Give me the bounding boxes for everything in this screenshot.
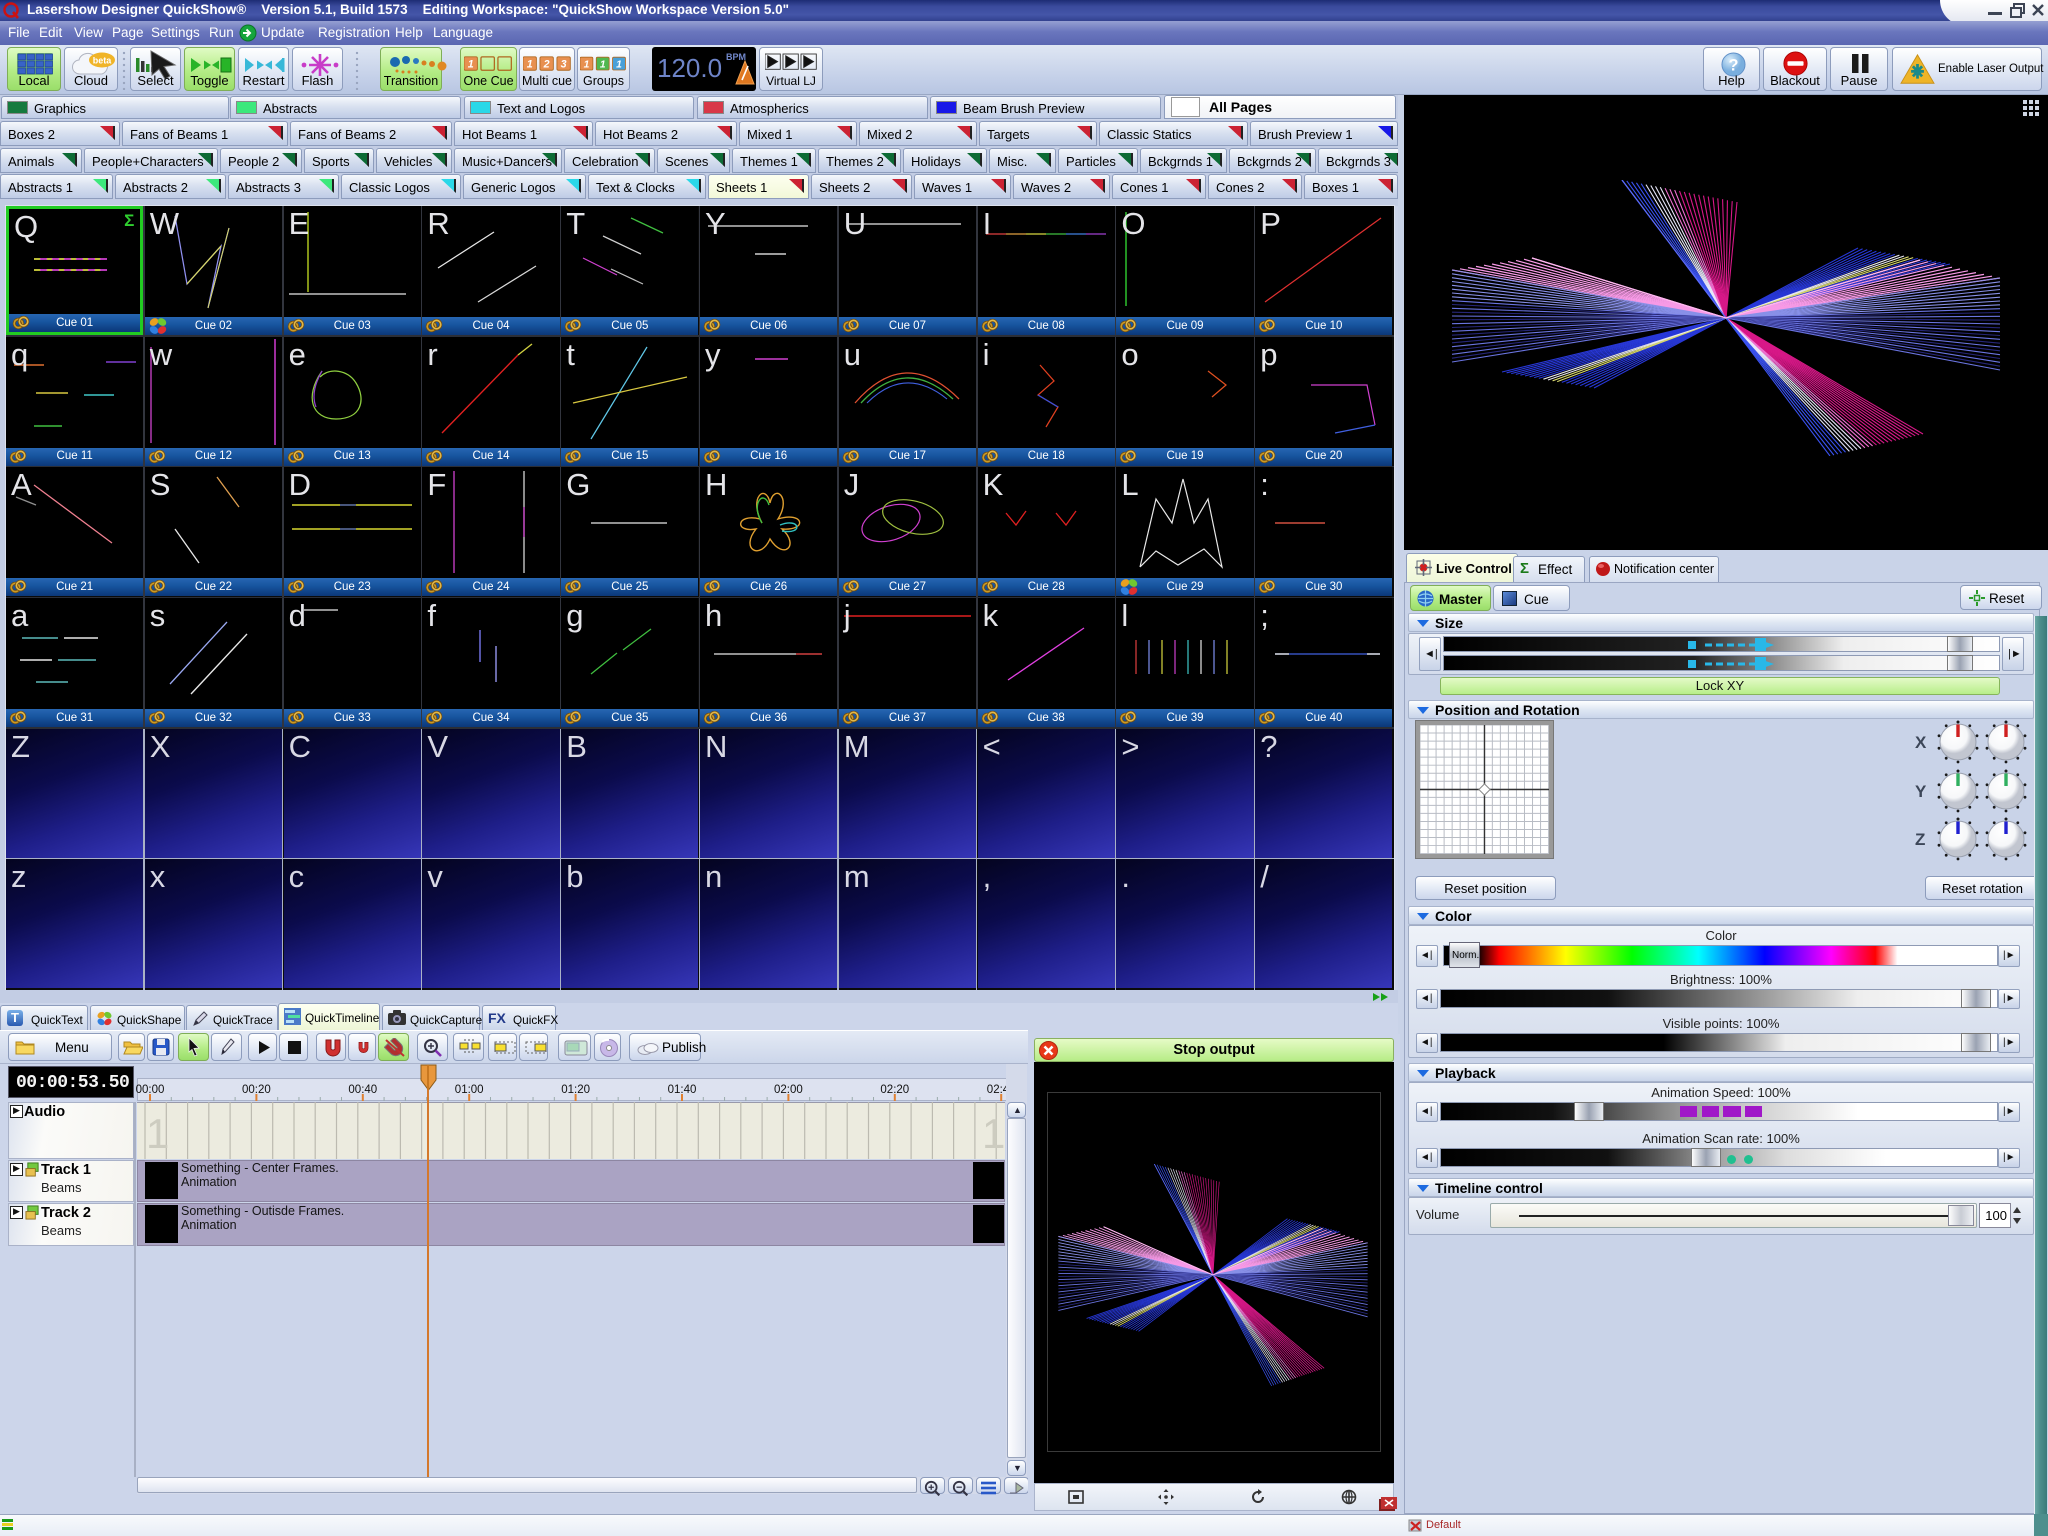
svg-text:?: ?: [1729, 56, 1739, 74]
svg-text:beta: beta: [93, 56, 113, 66]
svg-text:1: 1: [584, 59, 590, 70]
svg-text:1: 1: [146, 1110, 169, 1157]
svg-text:1: 1: [982, 1110, 1005, 1157]
svg-text:1: 1: [468, 59, 474, 71]
svg-text:1: 1: [600, 59, 606, 70]
svg-text:2: 2: [543, 59, 550, 71]
svg-text:3: 3: [561, 59, 567, 71]
svg-text:1: 1: [527, 59, 533, 71]
svg-text:1: 1: [616, 59, 622, 70]
